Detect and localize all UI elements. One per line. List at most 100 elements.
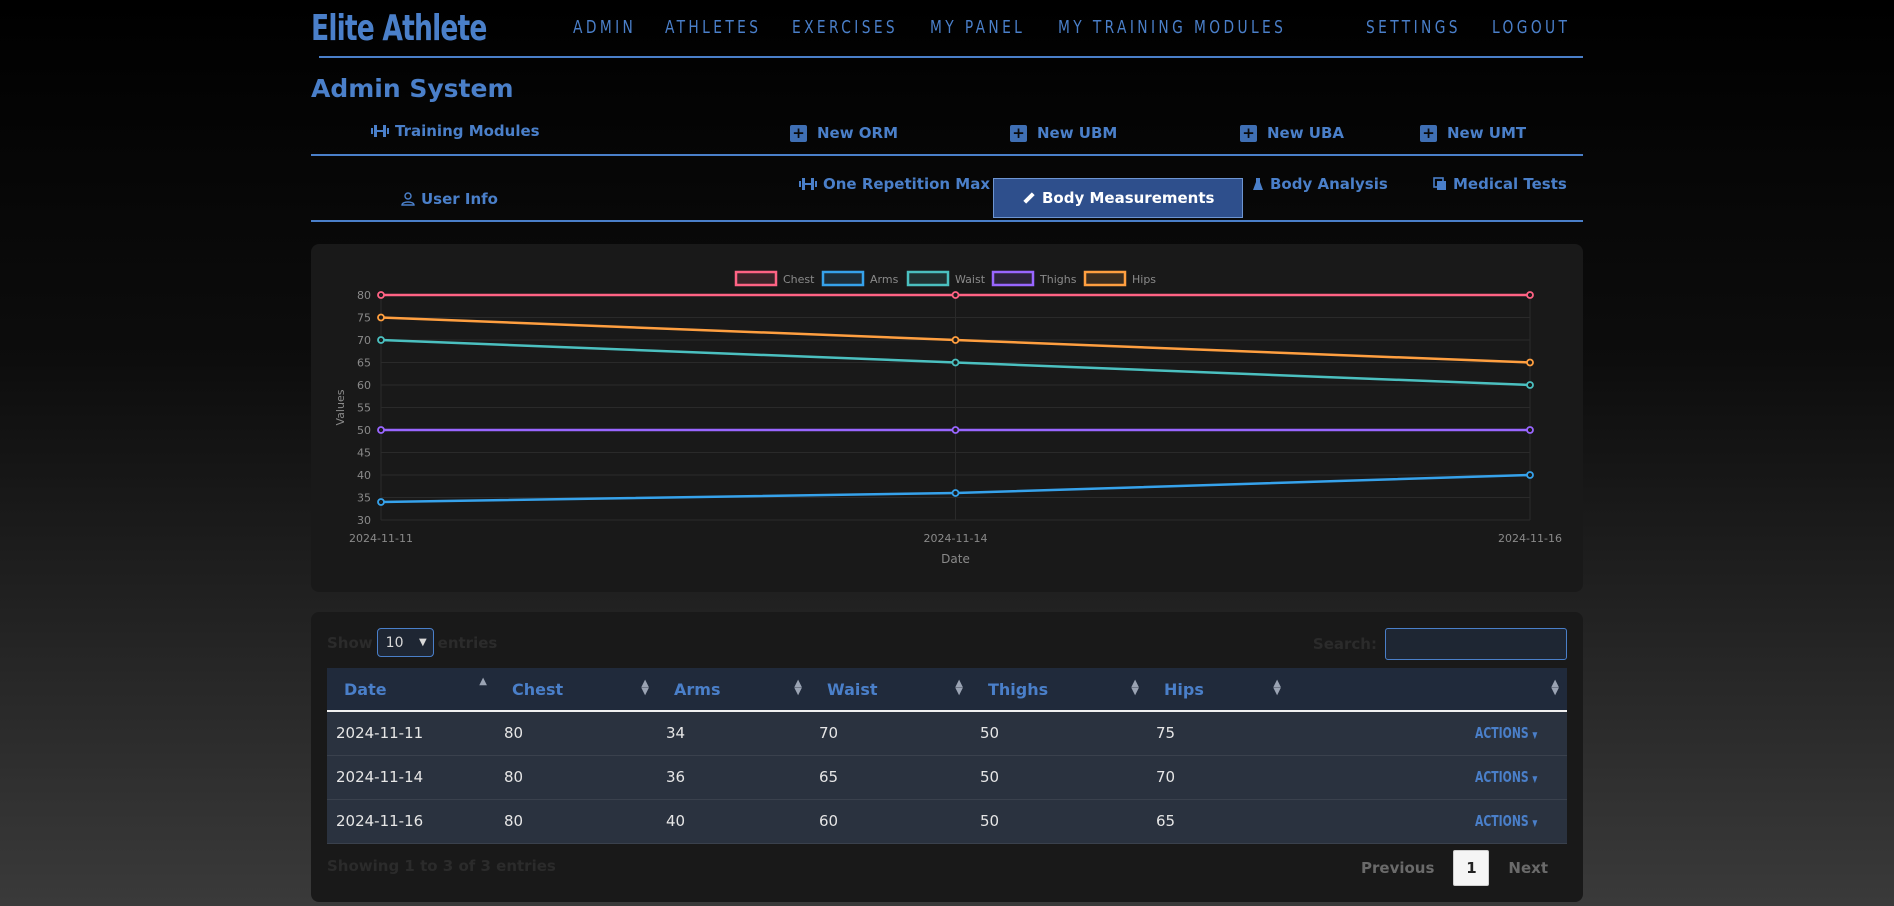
entries-label: entries [437,633,498,652]
chevron-down-icon: ▼ [418,637,427,648]
cell-date: 2024-11-11 [336,724,424,743]
legend-swatch-hips [1083,270,1127,287]
tab-one-repetition-max-label: One Repetition Max [823,175,991,193]
column-header-actions[interactable]: ▲ ▼ [1289,668,1567,712]
data-point-chest [1526,291,1534,299]
cell-date: 2024-11-14 [336,768,424,786]
cell-thighs: 50 [980,724,1000,743]
table-row: 2024-11-14 80 36 65 50 70 ACTIONS ▼ [327,755,1567,799]
page-length-select[interactable]: 10 ▼ [376,628,434,657]
data-point-arms [951,489,960,497]
caret-down-icon: ▼ [1532,819,1538,829]
column-header-waist[interactable]: Waist ▲ ▼ [810,668,971,712]
caret-down-icon: ▼ [1532,731,1538,742]
nav-my-training-modules[interactable]: MY TRAINING MODULES [1058,17,1286,38]
new-orm-button[interactable]: + New ORM [790,124,898,142]
nav-my-panel[interactable]: MY PANEL [930,17,1025,38]
new-ubm-button[interactable]: + New UBM [1010,124,1117,142]
actions-dropdown-button[interactable]: ACTIONS ▼ [1475,812,1537,830]
nav-settings[interactable]: SETTINGS [1366,17,1461,38]
new-umt-button[interactable]: + New UMT [1420,124,1526,142]
new-uba-button[interactable]: + New UBA [1240,124,1344,142]
data-point-waist [377,336,385,344]
tab-medical-tests-label: Medical Tests [1453,175,1567,193]
cell-arms: 40 [666,812,686,830]
sort-icon: ▲ ▼ [641,678,649,697]
tab-body-measurements[interactable]: Body Measurements [993,178,1244,218]
nav-logout[interactable]: LOGOUT [1492,17,1570,38]
actions-dropdown-button[interactable]: ACTIONS ▼ [1475,768,1537,786]
sort-icon: ▲ ▼ [1273,678,1281,697]
cell-actions: ACTIONS ▼ [1289,711,1567,755]
x-tick-label: 2024-11-11 [349,532,413,545]
plus-icon: + [790,124,807,142]
sort-asc-icon: ▲ [479,676,487,687]
legend-label-thighs: Thighs [1039,273,1077,286]
data-point-hips [1526,358,1534,367]
new-orm-label: New ORM [817,124,899,142]
page-length-value: 10 [385,634,404,651]
tab-body-analysis[interactable]: Body Analysis [1252,175,1388,193]
top-navbar: Elite Athlete ADMIN ATHLETES EXERCISES M… [311,0,1583,58]
cell-actions: ACTIONS ▼ [1289,755,1567,799]
sort-icon: ▲ ▼ [1131,678,1139,697]
measurements-table-panel: Show 10 ▼ entries Search: Date ▲ Chest ▲ ▼ … [311,612,1583,902]
tab-training-modules[interactable]: Training Modules [371,122,540,140]
nav-exercises[interactable]: EXERCISES [792,17,898,38]
flask-icon [1253,178,1263,190]
cell-waist: 70 [819,724,839,743]
column-header-date[interactable]: Date ▲ [327,668,495,712]
legend-label-chest: Chest [783,273,815,286]
cell-thighs: 50 [980,812,1000,830]
cell-arms: 36 [666,768,686,786]
x-tick-label: 2024-11-16 [1498,532,1562,545]
cell-hips: 70 [1156,768,1176,786]
cell-arms: 34 [666,724,686,743]
data-point-waist [1526,381,1534,389]
brand-logo[interactable]: Elite Athlete [311,8,487,49]
y-tick-label: 30 [357,514,371,527]
data-point-arms [377,498,385,506]
legend-swatch-arms [821,270,865,287]
tab-one-repetition-max[interactable]: One Repetition Max [799,175,990,193]
actions-dropdown-button[interactable]: ACTIONS ▼ [1475,724,1537,742]
show-label: Show [327,633,373,652]
nav-athletes[interactable]: ATHLETES [665,17,761,38]
data-point-chest [951,291,960,299]
cell-chest: 80 [504,724,524,743]
tab-body-measurements-label: Body Measurements [1042,189,1215,207]
sort-icon: ▲ ▼ [955,678,963,697]
tab-medical-tests[interactable]: Medical Tests [1433,175,1567,193]
y-tick-label: 45 [357,447,371,460]
data-point-hips [377,313,385,322]
column-header-arms[interactable]: Arms ▲ ▼ [657,668,810,712]
pagination-page-1[interactable]: 1 [1453,850,1490,886]
user-icon [401,192,415,206]
record-tabs-bar: User Info One Repetition Max Body Measur… [311,175,1583,222]
measurements-table: Date ▲ Chest ▲ ▼ Arms ▲ ▼ Waist ▲ ▼ Thighs ▲ ▼ Hi… [327,668,1567,844]
column-header-hips[interactable]: Hips ▲ ▼ [1147,668,1289,712]
data-point-thighs [951,426,960,434]
nav-admin[interactable]: ADMIN [573,17,636,38]
table-row: 2024-11-16 80 40 60 50 65 ACTIONS ▼ [327,799,1567,843]
legend-swatch-thighs [991,270,1035,287]
tab-user-info-label: User Info [421,190,498,208]
y-tick-label: 65 [357,357,371,370]
column-header-chest[interactable]: Chest ▲ ▼ [495,668,657,712]
tab-user-info[interactable]: User Info [401,190,498,208]
plus-icon: + [1240,124,1257,142]
pagination-previous[interactable]: Previous [1342,859,1453,877]
x-tick-label: 2024-11-14 [924,532,988,545]
cell-thighs: 50 [980,768,1000,786]
y-tick-label: 55 [357,402,371,415]
table-info: Showing 1 to 3 of 3 entries [327,857,556,875]
pagination-next[interactable]: Next [1489,859,1567,877]
x-axis-label: Date [941,552,970,566]
search-input[interactable] [1385,628,1567,660]
cell-chest: 80 [504,768,524,786]
y-tick-label: 40 [357,469,371,482]
new-ubm-label: New UBM [1037,124,1118,142]
column-header-thighs[interactable]: Thighs ▲ ▼ [971,668,1147,712]
data-point-arms [1526,471,1534,479]
data-point-thighs [377,426,385,434]
